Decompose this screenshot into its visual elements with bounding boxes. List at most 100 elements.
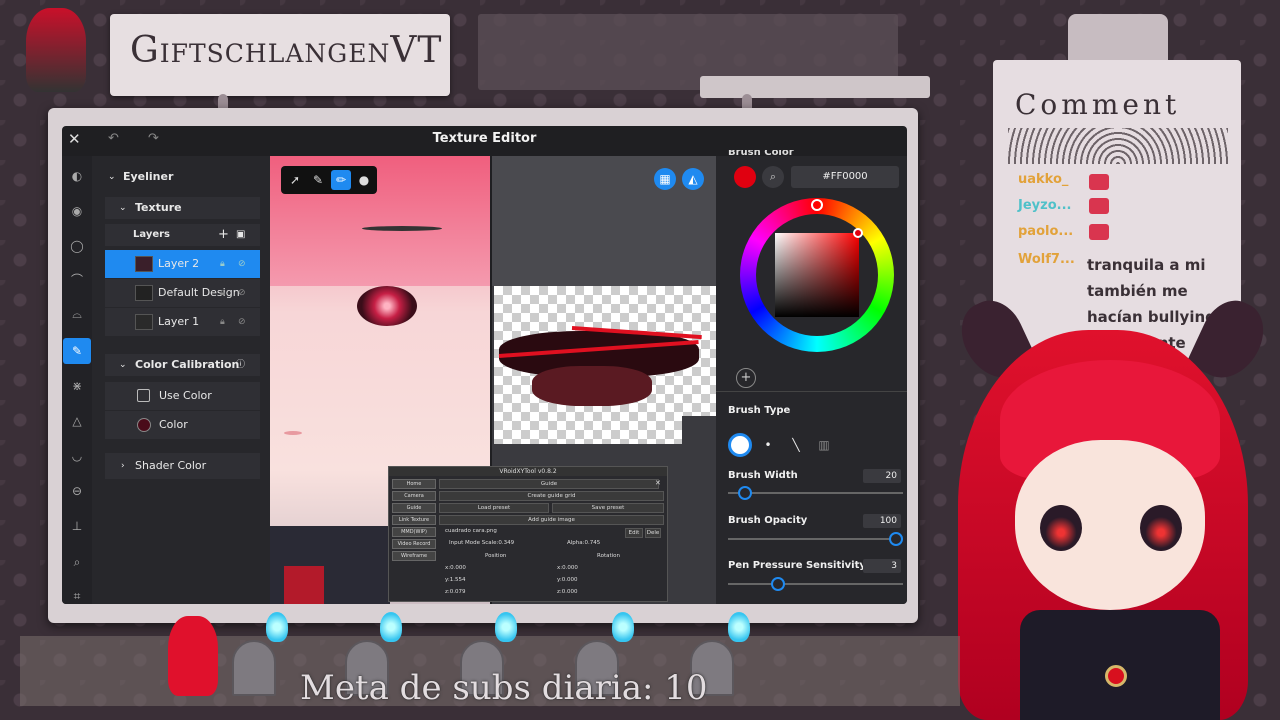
eyedropper-tool-icon[interactable]: ⌕	[67, 552, 87, 572]
use-color-calibration-row[interactable]: Use Color Calibration	[105, 382, 260, 430]
lock-icon[interactable]: 🔒︎	[220, 308, 225, 336]
create-guide-grid-button[interactable]: Create guide grid	[439, 491, 664, 501]
vtab-guide[interactable]: Guide	[392, 503, 436, 513]
chevron-right-icon: ›	[121, 461, 125, 471]
sv-knob[interactable]	[853, 228, 863, 238]
color-label: Color	[159, 418, 188, 431]
layer-thumbnail	[135, 314, 153, 330]
round-brush-icon[interactable]	[728, 433, 752, 457]
color-swatch[interactable]	[137, 418, 151, 432]
hue-knob[interactable]	[811, 199, 823, 211]
delete-button[interactable]: Dele	[645, 528, 661, 538]
lock-icon[interactable]: 🔒︎	[220, 279, 225, 307]
vtab-camera[interactable]: Camera	[392, 491, 436, 501]
hex-color-input[interactable]: #FF0000	[791, 166, 899, 188]
pos-z: z:0.079	[445, 589, 466, 595]
texture-brush-icon[interactable]: ▥	[812, 433, 836, 457]
vtab-mmd[interactable]: MMD(WIP)	[392, 527, 436, 537]
texture-header[interactable]: ⌄ Texture	[105, 197, 260, 219]
brush-width-value[interactable]: 20	[863, 469, 901, 483]
brow-tool-icon[interactable]: ⌒	[67, 270, 87, 290]
comment-user: Wolf7...	[1018, 252, 1075, 267]
brush-tool-icon[interactable]: ✏	[331, 170, 351, 190]
model-bow	[284, 566, 324, 604]
tool-1-icon[interactable]: ◐	[67, 166, 87, 186]
layer-name: Default Design	[158, 286, 240, 299]
layer-row-layer-2[interactable]: Layer 2 🔒︎ ⊘	[105, 250, 260, 278]
load-preset-button[interactable]: Load preset	[439, 503, 549, 513]
eye-tool-icon[interactable]: ◉	[67, 201, 87, 221]
pen-pressure-track[interactable]	[728, 583, 903, 585]
mirror-toggle-icon[interactable]: ◭	[682, 168, 704, 190]
tool-column: ◐ ◉ ◯ ⌒ ⌓ ✎ ⋇ △ ◡ ⊖ ⊥ ⌕ ⌗	[62, 156, 92, 604]
ghost-flame	[612, 612, 634, 642]
right-panel: Brush Color ⌕ #FF0000 + Brush Type • ╲ ▥…	[716, 150, 907, 604]
lock-icon[interactable]: 🔒︎	[220, 250, 225, 278]
edit-button[interactable]: Edit	[625, 528, 643, 538]
save-preset-button[interactable]: Save preset	[552, 503, 664, 513]
import-layer-icon[interactable]: ▣	[236, 224, 245, 246]
fill-tool-icon[interactable]: ●	[354, 170, 374, 190]
close-icon[interactable]: ✕	[68, 130, 81, 148]
layer-row-layer-1[interactable]: Layer 1 🔒︎ ⊘	[105, 308, 260, 336]
vtab-link-texture[interactable]: Link Texture	[392, 515, 436, 525]
add-color-icon[interactable]: +	[736, 368, 756, 388]
lash-tool-icon[interactable]: ⌓	[67, 304, 87, 324]
comment-title: Comment	[1015, 88, 1181, 121]
extra-tool-icon[interactable]: ⌗	[67, 586, 87, 604]
active-color-swatch[interactable]	[734, 166, 756, 188]
vroid-close-icon[interactable]: ✕	[655, 479, 661, 487]
texture-label: Texture	[135, 201, 182, 214]
eyeliner-tool-icon[interactable]: ✎	[63, 338, 91, 364]
comment-avatar	[1089, 224, 1109, 240]
brush-opacity-value[interactable]: 100	[863, 514, 901, 528]
brush-opacity-track[interactable]	[728, 538, 903, 540]
rot-y: y:0.000	[557, 577, 578, 583]
position-label: Position	[485, 553, 507, 559]
use-color-calibration-checkbox[interactable]	[137, 389, 150, 402]
ghost-flame	[380, 612, 402, 642]
line-brush-icon[interactable]: ╲	[784, 433, 808, 457]
soft-brush-icon[interactable]: •	[756, 433, 780, 457]
hide-icon[interactable]: ⊘	[238, 279, 246, 307]
mouth-tool-icon[interactable]: ◡	[67, 446, 87, 466]
eyeliner-stroke-2	[532, 366, 652, 406]
lashes-tool-icon[interactable]: ⋇	[67, 376, 87, 396]
tombstone	[232, 640, 276, 696]
grid-toggle-icon[interactable]: ▦	[654, 168, 676, 190]
color-calibration-header[interactable]: ⌄ Color Calibration ⓘ	[105, 354, 260, 376]
brush-width-track[interactable]	[728, 492, 903, 494]
pen-pressure-value[interactable]: 3	[863, 559, 901, 573]
pen-tool-icon[interactable]: ✎	[308, 170, 328, 190]
hide-icon[interactable]: ⊘	[238, 250, 246, 278]
help-icon[interactable]: ⓘ	[236, 354, 245, 376]
oval-tool-icon[interactable]: ◯	[67, 236, 87, 256]
vtab-video-record[interactable]: Video Record	[392, 539, 436, 549]
vtab-home[interactable]: Home	[392, 479, 436, 489]
hide-icon[interactable]: ⊘	[238, 308, 246, 336]
brush-opacity-knob[interactable]	[889, 532, 903, 546]
left-panel: ⌄ Eyeliner ⌄ Texture Layers + ▣ Layer 2 …	[92, 156, 270, 604]
color-row[interactable]: Color	[105, 411, 260, 439]
eyedropper-icon[interactable]: ⌕	[762, 166, 784, 188]
pen-pressure-knob[interactable]	[771, 577, 785, 591]
redo-icon[interactable]: ↷	[148, 131, 159, 146]
nose-tool-icon[interactable]: △	[67, 411, 87, 431]
eyeliner-label: Eyeliner	[123, 170, 174, 183]
pos-x: x:0.000	[445, 565, 466, 571]
rot-z: z:0.000	[557, 589, 578, 595]
brush-width-knob[interactable]	[738, 486, 752, 500]
ghost-flame	[495, 612, 517, 642]
lip-tool-icon[interactable]: ⊖	[67, 481, 87, 501]
add-guide-image-button[interactable]: Add guide image	[439, 515, 664, 525]
saturation-square[interactable]	[775, 233, 859, 317]
select-tool-icon[interactable]: ➚	[285, 170, 305, 190]
add-layer-icon[interactable]: +	[218, 224, 229, 246]
vtab-wireframe[interactable]: Wireframe	[392, 551, 436, 561]
layer-row-default-design[interactable]: Default Design 🔒︎ ⊘	[105, 279, 260, 307]
shader-color-header[interactable]: › Shader Color	[105, 453, 260, 479]
eyeliner-header[interactable]: ⌄ Eyeliner	[92, 166, 270, 188]
tooth-tool-icon[interactable]: ⊥	[67, 516, 87, 536]
undo-icon[interactable]: ↶	[108, 131, 119, 146]
pen-pressure-label: Pen Pressure Sensitivity	[728, 560, 866, 571]
